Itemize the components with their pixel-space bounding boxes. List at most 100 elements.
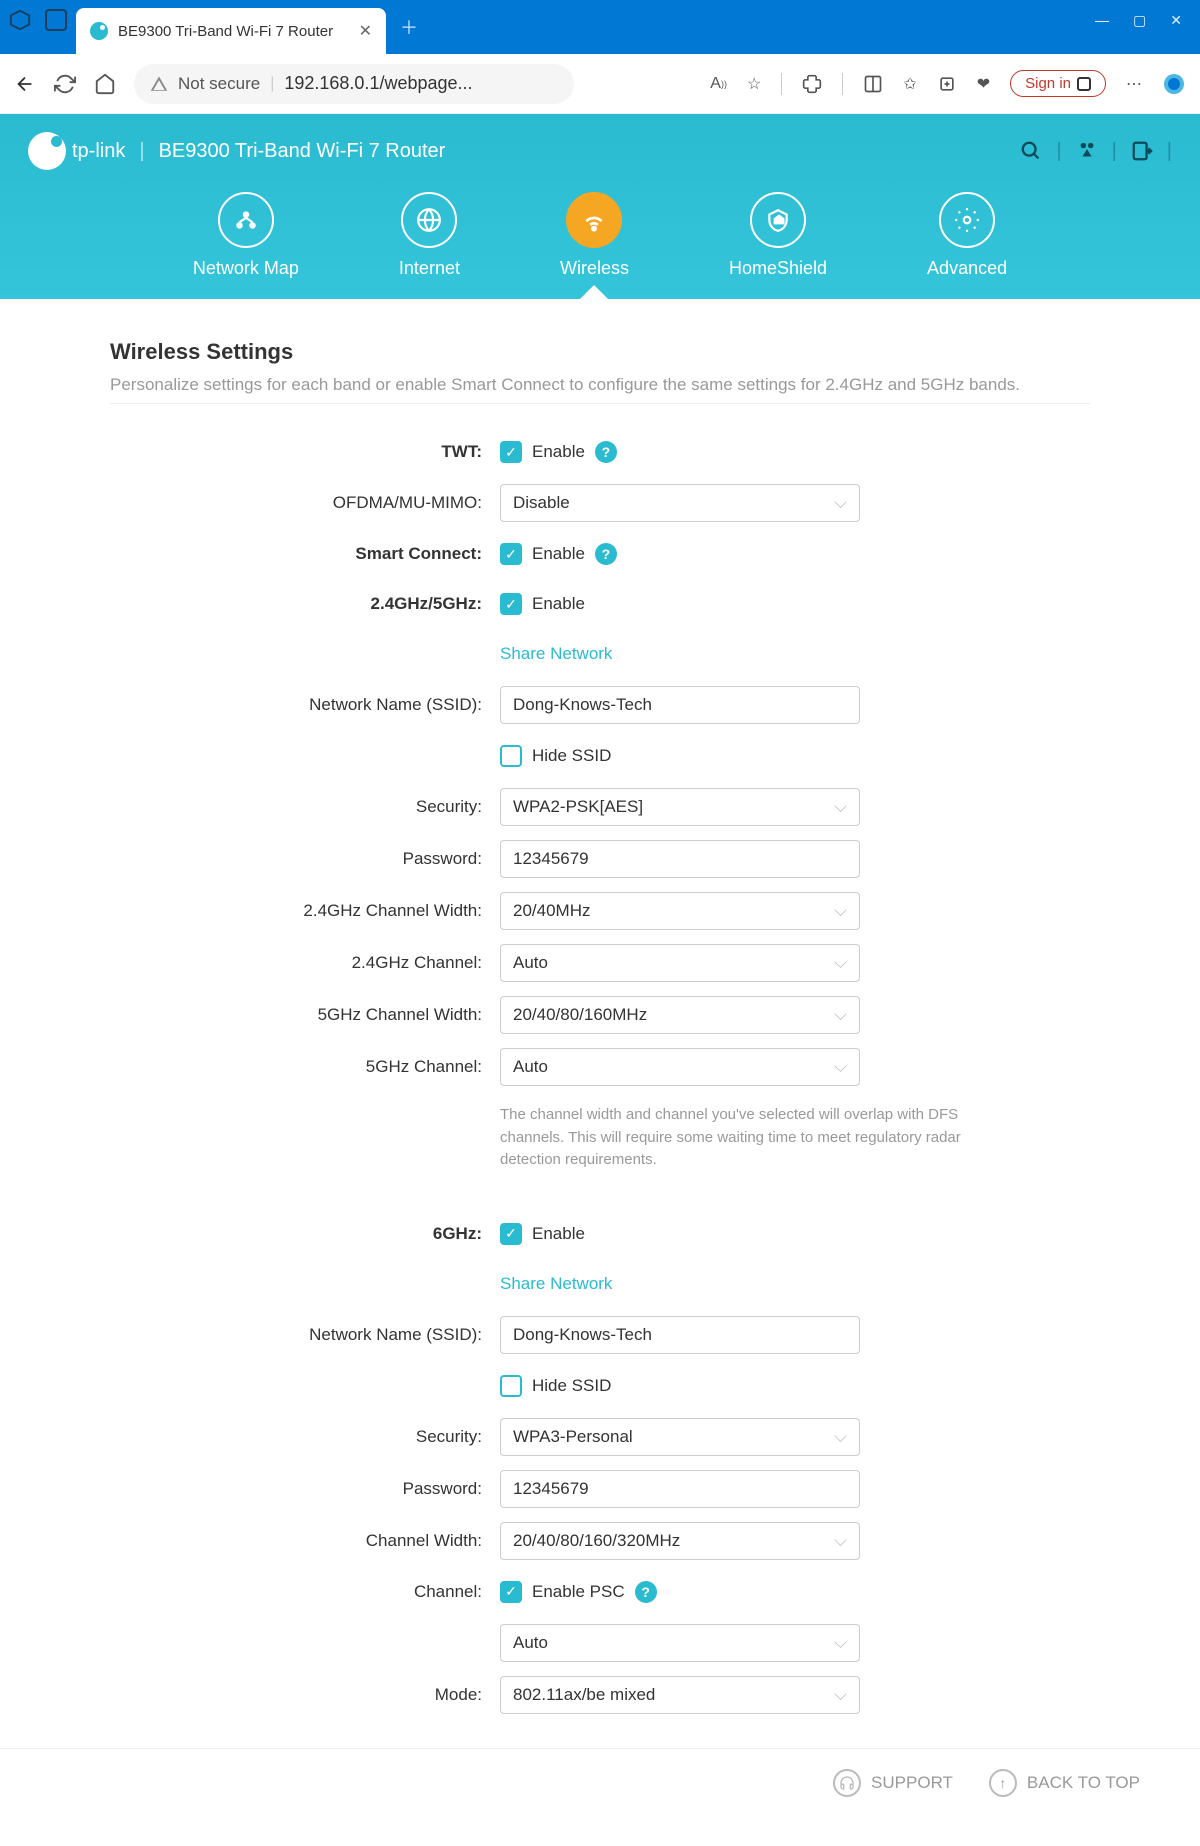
- label-ch-width-6: Channel Width:: [210, 1531, 500, 1551]
- search-icon[interactable]: [1020, 140, 1042, 163]
- label-24-5ghz: 2.4GHz/5GHz:: [210, 594, 500, 614]
- ch-6-select[interactable]: Auto⌵: [500, 1624, 860, 1662]
- ch-width-5-select[interactable]: 20/40/80/160MHz⌵: [500, 996, 860, 1034]
- page-description: Personalize settings for each band or en…: [110, 375, 1090, 395]
- chevron-down-icon: ⌵: [834, 1005, 847, 1025]
- label-ch-width-24: 2.4GHz Channel Width:: [210, 901, 500, 921]
- back-to-top-button[interactable]: ↑ BACK TO TOP: [989, 1769, 1140, 1797]
- chevron-down-icon: ⌵: [834, 1427, 847, 1447]
- read-aloud-icon[interactable]: A)): [710, 75, 727, 93]
- new-tab-button[interactable]: ＋: [386, 14, 432, 40]
- copilot-icon[interactable]: [1162, 72, 1186, 96]
- password-input-2[interactable]: 12345679: [500, 1470, 860, 1508]
- label-ofdma: OFDMA/MU-MIMO:: [210, 493, 500, 513]
- chevron-down-icon: ⌵: [834, 1633, 847, 1653]
- refresh-button[interactable]: [54, 73, 76, 95]
- collections-icon[interactable]: [937, 74, 957, 94]
- page-title: Wireless Settings: [110, 339, 1090, 365]
- dfs-note: The channel width and channel you've sel…: [500, 1104, 990, 1172]
- homeshield-icon: [750, 192, 806, 248]
- band-6-checkbox[interactable]: ✓: [500, 1223, 522, 1245]
- tab-close-button[interactable]: ✕: [359, 21, 372, 41]
- label-6ghz: 6GHz:: [210, 1224, 500, 1244]
- back-button[interactable]: [14, 73, 36, 95]
- browser-tab[interactable]: BE9300 Tri-Band Wi-Fi 7 Router ✕: [76, 8, 386, 54]
- hide-ssid-checkbox-2[interactable]: [500, 1375, 522, 1397]
- twt-checkbox[interactable]: ✓: [500, 441, 522, 463]
- ofdma-select[interactable]: Disable⌵: [500, 484, 860, 522]
- chevron-down-icon: ⌵: [834, 1685, 847, 1705]
- url-text: 192.168.0.1/webpage...: [284, 73, 472, 94]
- more-button[interactable]: ⋯: [1126, 74, 1142, 94]
- logout-icon[interactable]: [1131, 140, 1153, 163]
- share-network-link-1[interactable]: Share Network: [500, 644, 612, 664]
- label-ch-width-5: 5GHz Channel Width:: [210, 1005, 500, 1025]
- label-security-2: Security:: [210, 1427, 500, 1447]
- close-window-button[interactable]: ✕: [1170, 12, 1182, 29]
- ch-width-6-select[interactable]: 20/40/80/160/320MHz⌵: [500, 1522, 860, 1560]
- label-ch-24: 2.4GHz Channel:: [210, 953, 500, 973]
- advanced-icon: [939, 192, 995, 248]
- support-icon: [833, 1769, 861, 1797]
- tab-title: BE9300 Tri-Band Wi-Fi 7 Router: [118, 23, 349, 40]
- favorites-bar-icon[interactable]: ✩: [903, 74, 916, 94]
- update-icon[interactable]: [1076, 140, 1098, 163]
- ssid-input-2[interactable]: Dong-Knows-Tech: [500, 1316, 860, 1354]
- maximize-button[interactable]: ▢: [1133, 12, 1146, 29]
- workspaces-icon[interactable]: [44, 8, 68, 32]
- ssid-input-1[interactable]: Dong-Knows-Tech: [500, 686, 860, 724]
- ch-5-select[interactable]: Auto⌵: [500, 1048, 860, 1086]
- twt-help-icon[interactable]: ?: [595, 441, 617, 463]
- support-button[interactable]: SUPPORT: [833, 1769, 953, 1797]
- minimize-button[interactable]: —: [1095, 12, 1109, 29]
- security-select-2[interactable]: WPA3-Personal⌵: [500, 1418, 860, 1456]
- band-24-5-checkbox[interactable]: ✓: [500, 593, 522, 615]
- smart-connect-help-icon[interactable]: ?: [595, 543, 617, 565]
- nav-advanced[interactable]: Advanced: [927, 192, 1007, 279]
- tplink-logo-icon: [28, 132, 66, 170]
- window-titlebar: BE9300 Tri-Band Wi-Fi 7 Router ✕ ＋ — ▢ ✕: [0, 0, 1200, 54]
- extensions-icon[interactable]: [802, 74, 822, 94]
- label-ch-5: 5GHz Channel:: [210, 1057, 500, 1077]
- password-input-1[interactable]: 12345679: [500, 840, 860, 878]
- chevron-down-icon: ⌵: [834, 953, 847, 973]
- app-icon: [8, 8, 32, 32]
- hide-ssid-checkbox-1[interactable]: [500, 745, 522, 767]
- split-screen-icon[interactable]: [863, 74, 883, 94]
- label-password-2: Password:: [210, 1479, 500, 1499]
- label-smart-connect: Smart Connect:: [210, 544, 500, 564]
- address-bar[interactable]: Not secure | 192.168.0.1/webpage...: [134, 64, 574, 104]
- chevron-down-icon: ⌵: [834, 1531, 847, 1551]
- internet-icon: [401, 192, 457, 248]
- ch-24-select[interactable]: Auto⌵: [500, 944, 860, 982]
- signin-button[interactable]: Sign in: [1010, 70, 1106, 97]
- mode-select[interactable]: 802.11ax/be mixed⌵: [500, 1676, 860, 1714]
- chevron-down-icon: ⌵: [834, 797, 847, 817]
- label-password-1: Password:: [210, 849, 500, 869]
- home-button[interactable]: [94, 73, 116, 95]
- chevron-down-icon: ⌵: [834, 901, 847, 921]
- label-mode: Mode:: [210, 1685, 500, 1705]
- security-select-1[interactable]: WPA2-PSK[AES]⌵: [500, 788, 860, 826]
- favorite-icon[interactable]: ☆: [747, 74, 761, 94]
- content-area: Wireless Settings Personalize settings f…: [0, 299, 1200, 1748]
- label-twt: TWT:: [210, 442, 500, 462]
- brand-logo: tp-link: [28, 132, 125, 170]
- nav-network-map[interactable]: Network Map: [193, 192, 299, 279]
- browser-essentials-icon[interactable]: ❤: [977, 74, 990, 94]
- nav-wireless[interactable]: Wireless: [560, 192, 629, 279]
- nav-homeshield[interactable]: HomeShield: [729, 192, 827, 279]
- psc-checkbox[interactable]: ✓: [500, 1581, 522, 1603]
- nav-internet[interactable]: Internet: [399, 192, 460, 279]
- warning-icon: [150, 75, 168, 93]
- smart-connect-checkbox[interactable]: ✓: [500, 543, 522, 565]
- tab-favicon-icon: [90, 22, 108, 40]
- ch-width-24-select[interactable]: 20/40MHz⌵: [500, 892, 860, 930]
- browser-toolbar: Not secure | 192.168.0.1/webpage... A)) …: [0, 54, 1200, 114]
- share-network-link-2[interactable]: Share Network: [500, 1274, 612, 1294]
- label-channel-6: Channel:: [210, 1582, 500, 1602]
- label-ssid-2: Network Name (SSID):: [210, 1325, 500, 1345]
- psc-help-icon[interactable]: ?: [635, 1581, 657, 1603]
- main-nav: Network Map Internet Wireless HomeShield…: [28, 182, 1172, 299]
- device-name: BE9300 Tri-Band Wi-Fi 7 Router: [159, 140, 446, 163]
